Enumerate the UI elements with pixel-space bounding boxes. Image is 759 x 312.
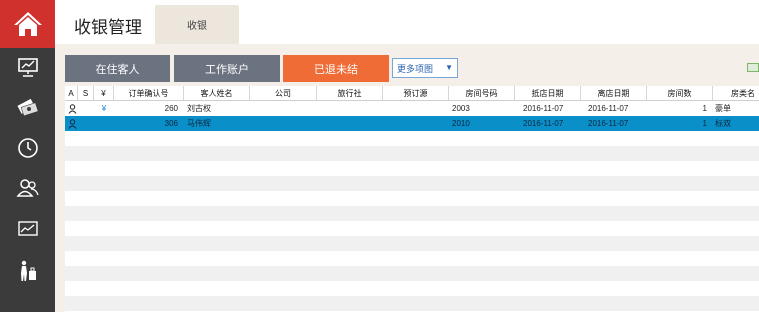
users-icon bbox=[15, 179, 39, 197]
sidebar-item-users[interactable] bbox=[0, 169, 55, 207]
column-header[interactable]: 订单确认号 bbox=[114, 86, 184, 100]
empty-row bbox=[65, 131, 759, 146]
column-header[interactable]: 公司 bbox=[250, 86, 317, 100]
sidebar bbox=[0, 0, 55, 312]
column-header[interactable]: 房间数 bbox=[647, 86, 713, 100]
column-header[interactable]: S bbox=[78, 86, 94, 100]
sidebar-item-presentation[interactable] bbox=[0, 48, 55, 86]
column-header[interactable]: 离店日期 bbox=[581, 86, 647, 100]
departure-cell: 2016-11-07 bbox=[588, 119, 629, 128]
column-header[interactable]: 旅行社 bbox=[317, 86, 383, 100]
table-row-selected[interactable]: 306 马伟辉 2010 2016-11-07 2016-11-07 1 标双 bbox=[65, 116, 759, 131]
empty-row bbox=[65, 266, 759, 281]
line-chart-icon bbox=[17, 221, 38, 236]
guests-button[interactable]: 在住客人 bbox=[65, 55, 170, 82]
empty-row bbox=[65, 206, 759, 221]
sidebar-item-reports[interactable] bbox=[0, 210, 55, 248]
empty-row bbox=[65, 161, 759, 176]
empty-row bbox=[65, 176, 759, 191]
guest-name-cell: 马伟辉 bbox=[187, 119, 211, 128]
orders-table: A S ¥ 订单确认号 客人姓名 公司 旅行社 预订源 房间号码 抵店日期 离店… bbox=[65, 86, 759, 312]
column-header[interactable]: 房间号码 bbox=[449, 86, 515, 100]
empty-row bbox=[65, 236, 759, 251]
more-views-select[interactable]: 更多项图 ▼ bbox=[392, 58, 458, 78]
room-type-cell: 标双 bbox=[715, 119, 731, 128]
column-header[interactable]: 客人姓名 bbox=[184, 86, 250, 100]
empty-row bbox=[65, 191, 759, 206]
sidebar-item-money[interactable] bbox=[0, 88, 55, 126]
guest-icon bbox=[68, 104, 77, 114]
more-views-label: 更多项图 bbox=[397, 63, 434, 74]
main-content: 在住客人 工作账户 已退未结 更多项图 ▼ A S ¥ 订单确认号 客人姓名 公… bbox=[55, 44, 759, 312]
tab-cashier[interactable]: 收银 bbox=[155, 5, 239, 44]
money-icon bbox=[16, 98, 39, 117]
room-count-cell: 1 bbox=[702, 119, 707, 128]
guest-icon bbox=[68, 119, 77, 129]
room-type-cell: 豪单 bbox=[715, 104, 731, 113]
room-no-cell: 2010 bbox=[452, 119, 470, 128]
empty-row bbox=[65, 296, 759, 311]
header: 收银管理 收银 bbox=[55, 0, 759, 44]
order-no-cell: 260 bbox=[164, 104, 178, 113]
table-row[interactable]: ¥ 260 刘古权 2003 2016-11-07 2016-11-07 1 豪… bbox=[65, 101, 759, 116]
sidebar-item-clock[interactable] bbox=[0, 129, 55, 167]
order-no-cell: 306 bbox=[164, 119, 178, 128]
guest-name-cell: 刘古权 bbox=[187, 104, 211, 113]
empty-row bbox=[65, 146, 759, 161]
work-accounts-button[interactable]: 工作账户 bbox=[174, 55, 280, 82]
empty-row bbox=[65, 281, 759, 296]
sidebar-item-home[interactable] bbox=[0, 0, 55, 48]
yen-cell: ¥ bbox=[101, 104, 107, 113]
departure-cell: 2016-11-07 bbox=[588, 104, 629, 113]
luggage-person-icon bbox=[20, 260, 36, 281]
presentation-chart-icon bbox=[17, 58, 38, 77]
home-icon bbox=[13, 12, 42, 36]
column-header[interactable]: 房类名 bbox=[713, 86, 759, 100]
column-header[interactable]: ¥ bbox=[94, 86, 114, 100]
table-header: A S ¥ 订单确认号 客人姓名 公司 旅行社 预订源 房间号码 抵店日期 离店… bbox=[65, 86, 759, 101]
checked-out-unsettled-button[interactable]: 已退未结 bbox=[283, 55, 389, 82]
room-no-cell: 2003 bbox=[452, 104, 470, 113]
empty-row bbox=[65, 251, 759, 266]
clock-icon bbox=[17, 138, 38, 158]
page-title: 收银管理 bbox=[74, 18, 142, 37]
empty-row bbox=[65, 221, 759, 236]
column-header[interactable]: A bbox=[65, 86, 78, 100]
column-header[interactable]: 抵店日期 bbox=[515, 86, 581, 100]
arrival-cell: 2016-11-07 bbox=[523, 119, 564, 128]
room-count-cell: 1 bbox=[702, 104, 707, 113]
arrival-cell: 2016-11-07 bbox=[523, 104, 564, 113]
export-icon[interactable] bbox=[747, 63, 759, 72]
column-header[interactable]: 预订源 bbox=[383, 86, 449, 100]
sidebar-item-checkout[interactable] bbox=[0, 252, 55, 290]
chevron-down-icon: ▼ bbox=[445, 63, 453, 72]
